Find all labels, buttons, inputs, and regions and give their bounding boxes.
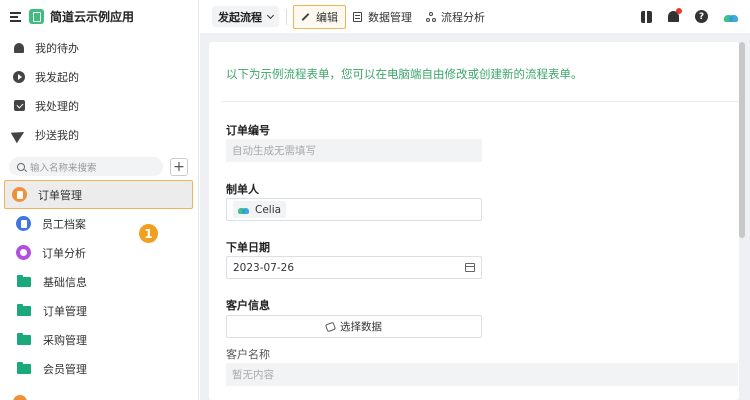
toolbar-divider — [286, 8, 287, 25]
flow-analysis-button[interactable]: 流程分析 — [419, 5, 492, 29]
nav-item-label: 我的待办 — [35, 41, 79, 55]
flow-analysis-label: 流程分析 — [441, 10, 485, 24]
data-management-button[interactable]: 数据管理 — [346, 5, 419, 29]
folder-order-management[interactable]: 订单管理 — [4, 296, 193, 325]
launch-process-label: 发起流程 — [218, 10, 262, 24]
nav-item-label: 抄送我的 — [35, 128, 79, 142]
folder-icon — [17, 332, 31, 345]
quick-nav: 我的待办 我发起的 我处理的 抄送我的 — [0, 33, 198, 149]
order-date-label: 下单日期 — [226, 241, 270, 254]
folder-member-management[interactable]: 会员管理 — [4, 354, 193, 383]
calendar-icon — [465, 263, 475, 272]
chevron-down-icon — [266, 11, 275, 19]
order-number-label: 订单编号 — [226, 124, 270, 137]
customer-name-label: 客户名称 — [226, 348, 270, 361]
folder-icon — [17, 303, 31, 316]
form-item-label: 订单分析 — [42, 246, 86, 260]
search-row: 输入名称来搜索 + — [0, 153, 198, 180]
nav-item-label: 我处理的 — [35, 99, 79, 113]
pencil-icon — [301, 12, 310, 21]
form-list: 订单管理 员工档案 订单分析 基础信息 订单管理 采购管理 会员管理 — [0, 180, 198, 383]
form-item-order-analysis[interactable]: 订单分析 — [4, 238, 193, 267]
customer-name-field: 暂无内容 — [226, 363, 738, 386]
inbox-check-icon — [13, 100, 25, 112]
order-number-field: 自动生成无需填写 — [226, 139, 482, 162]
folder-label: 采购管理 — [43, 333, 87, 347]
nav-item-todo[interactable]: 我的待办 — [0, 33, 198, 62]
creator-name: Celia — [255, 203, 282, 216]
hand-pointer-icon — [324, 321, 337, 332]
notice-divider — [221, 101, 739, 102]
folder-label: 会员管理 — [43, 362, 87, 376]
form-item-label: 员工档案 — [42, 217, 86, 231]
form-card — [209, 42, 739, 400]
app-logo-icon — [29, 9, 44, 24]
scrollbar[interactable] — [739, 42, 745, 238]
folder-label: 基础信息 — [43, 275, 87, 289]
nav-item-handled[interactable]: 我处理的 — [0, 91, 198, 120]
creator-field[interactable]: Celia — [226, 198, 482, 221]
creator-label: 制单人 — [226, 183, 259, 196]
launch-process-dropdown[interactable]: 发起流程 — [212, 6, 279, 27]
search-placeholder: 输入名称来搜索 — [30, 162, 97, 174]
customer-info-label: 客户信息 — [226, 299, 270, 312]
help-icon[interactable]: ? — [695, 10, 708, 23]
send-icon — [10, 126, 28, 143]
flow-icon — [426, 11, 436, 22]
more-item-icon — [13, 395, 27, 400]
table-icon — [353, 11, 362, 22]
folder-purchase-management[interactable]: 采购管理 — [4, 325, 193, 354]
select-data-button[interactable]: 选择数据 — [226, 315, 482, 338]
form-item-employee-records[interactable]: 员工档案 — [4, 209, 193, 238]
form-notice: 以下为示例流程表单，您可以在电脑端自由修改或创建新的流程表单。 — [226, 67, 583, 81]
search-input[interactable]: 输入名称来搜索 — [9, 157, 163, 176]
select-data-label: 选择数据 — [340, 321, 382, 333]
data-management-label: 数据管理 — [368, 10, 412, 24]
form-item-order-management[interactable]: 订单管理 — [4, 180, 193, 209]
step-badge-1: 1 — [139, 224, 158, 243]
report-icon — [16, 245, 31, 260]
topbar: 发起流程 编辑 数据管理 流程分析 ? — [200, 0, 750, 33]
form-icon — [12, 187, 27, 202]
notification-bell-icon[interactable] — [668, 8, 682, 22]
form-icon — [16, 216, 31, 231]
folder-icon — [17, 361, 31, 374]
user-avatar-icon[interactable] — [724, 12, 738, 22]
nav-item-label: 我发起的 — [35, 70, 79, 84]
topbar-actions: ? — [625, 0, 750, 33]
app-header: 简道云示例应用 — [0, 0, 198, 33]
bell-icon — [13, 42, 25, 54]
folder-basic-info[interactable]: 基础信息 — [4, 267, 193, 296]
user-chip: Celia — [233, 201, 287, 218]
menu-toggle-icon[interactable] — [10, 12, 21, 22]
nav-item-cc[interactable]: 抄送我的 — [0, 120, 198, 149]
order-date-value: 2023-07-26 — [233, 261, 295, 274]
folder-label: 订单管理 — [43, 304, 87, 318]
search-icon — [17, 162, 25, 171]
app-title: 简道云示例应用 — [50, 10, 135, 24]
order-date-field[interactable]: 2023-07-26 — [226, 256, 482, 279]
user-avatar-icon — [238, 206, 250, 214]
edit-label: 编辑 — [316, 10, 338, 24]
form-item-label: 订单管理 — [38, 188, 82, 202]
sidebar: 简道云示例应用 我的待办 我发起的 我处理的 抄送我的 输入名称来搜索 + 订单… — [0, 0, 199, 400]
book-icon[interactable] — [641, 10, 652, 23]
nav-item-initiated[interactable]: 我发起的 — [0, 62, 198, 91]
folder-icon — [17, 274, 31, 287]
play-icon — [13, 70, 25, 83]
add-button[interactable]: + — [170, 157, 188, 176]
edit-button[interactable]: 编辑 — [293, 4, 346, 29]
